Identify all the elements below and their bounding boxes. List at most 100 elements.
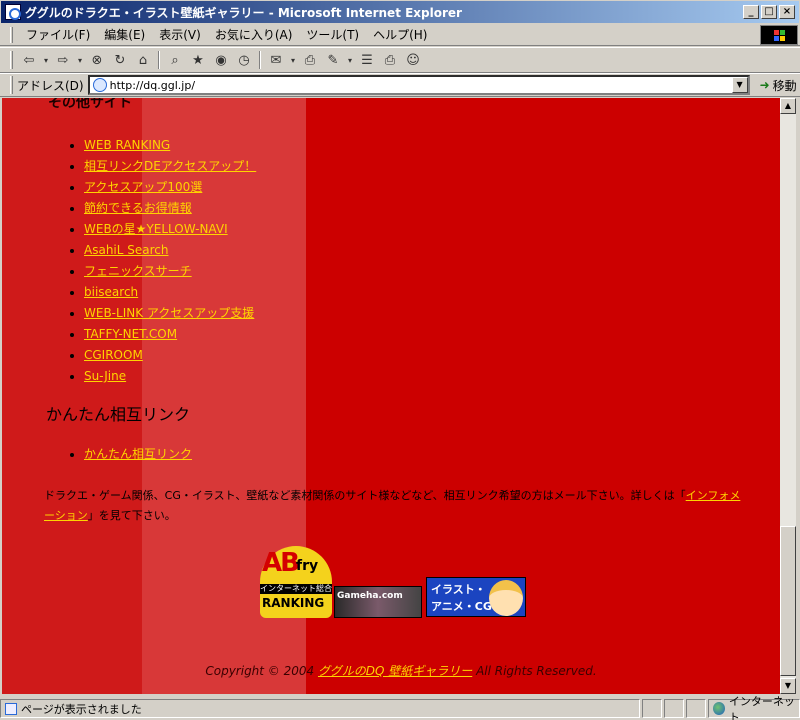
back-icon[interactable]: ⇦ [18, 50, 40, 70]
menu-file[interactable]: ファイル(F) [19, 24, 97, 45]
copyright-footer: Copyright © 2004 ググルのDQ 壁紙ギャラリー All Righ… [2, 662, 780, 679]
forward-dropdown-icon[interactable]: ▾ [75, 50, 85, 70]
discuss-icon[interactable]: ☰ [356, 50, 378, 70]
address-label: アドレス(D) [17, 78, 84, 93]
research-icon[interactable]: ⎙ [379, 50, 401, 70]
menu-tools[interactable]: ツール(T) [299, 24, 366, 45]
ie-app-icon[interactable] [5, 4, 21, 20]
link-list-easy: かんたん相互リンク [70, 445, 192, 462]
menu-view[interactable]: 表示(V) [152, 24, 208, 45]
address-bar: アドレス(D) http://dq.ggl.jp/ ▼ ➜ 移動 [0, 73, 800, 97]
menu-favorites[interactable]: お気に入り(A) [208, 24, 300, 45]
go-button[interactable]: ➜ 移動 [760, 77, 797, 94]
link-cgiroom[interactable]: CGIROOM [84, 348, 143, 362]
section-heading-other-sites: その他サイト [48, 98, 132, 111]
link-asahil-search[interactable]: AsahiL Search [84, 243, 168, 257]
edit-dropdown-icon[interactable]: ▾ [345, 50, 355, 70]
link-sougo-link-access[interactable]: 相互リンクDEアクセスアップ！ [84, 159, 256, 173]
mail-icon[interactable]: ✉ [265, 50, 287, 70]
link-web-link[interactable]: WEB-LINK アクセスアップ支援 [84, 306, 254, 320]
menu-edit[interactable]: 編集(E) [97, 24, 152, 45]
refresh-icon[interactable]: ↻ [109, 50, 131, 70]
link-phoenix-search[interactable]: フェニックスサーチ [84, 264, 192, 278]
forward-icon[interactable]: ⇨ [52, 50, 74, 70]
address-url[interactable]: http://dq.ggl.jp/ [110, 79, 195, 92]
list-item: WEBの星★YELLOW-NAVI [84, 220, 256, 241]
messenger-icon[interactable]: ☺ [402, 50, 424, 70]
menu-bar: ファイル(F) 編集(E) 表示(V) お気に入り(A) ツール(T) ヘルプ(… [0, 24, 800, 46]
internet-globe-icon [713, 702, 725, 715]
menubar-grip[interactable] [10, 26, 13, 43]
close-button[interactable]: × [779, 5, 795, 19]
title-bar: ググルのドラクエ・イラスト壁紙ギャラリー - Microsoft Interne… [0, 0, 800, 24]
list-item: 相互リンクDEアクセスアップ！ [84, 157, 256, 178]
illust-banner-line2: アニメ・CG [431, 600, 492, 613]
window-title: ググルのドラクエ・イラスト壁紙ギャラリー - Microsoft Interne… [25, 5, 462, 20]
window-controls: _ □ × [743, 5, 795, 19]
list-item: 節約できるお得情報 [84, 199, 256, 220]
page-icon [92, 78, 107, 92]
gameha-text: Gameha.com [337, 591, 403, 601]
toolbar-grip[interactable] [10, 51, 13, 69]
copyright-suffix: All Rights Reserved. [472, 664, 597, 678]
banner-row: AB fry インターネット総合 RANKING Gameha.com イラスト… [260, 546, 540, 618]
note-text: ドラクエ・ゲーム関係、CG・イラスト、壁紙など素材関係のサイト様などなど、相互リ… [44, 489, 686, 502]
list-item: biisearch [84, 283, 256, 304]
minimize-button[interactable]: _ [743, 5, 759, 19]
link-taffy-net[interactable]: TAFFY-NET.COM [84, 327, 177, 341]
status-message-panel: ページが表示されました [0, 699, 640, 718]
go-arrow-icon: ➜ [759, 78, 770, 92]
go-label: 移動 [772, 78, 797, 93]
link-access-up-100[interactable]: アクセスアップ100選 [84, 180, 202, 194]
address-input[interactable]: http://dq.ggl.jp/ ▼ [87, 75, 750, 95]
home-icon[interactable]: ⌂ [132, 50, 154, 70]
scroll-thumb[interactable] [780, 526, 796, 676]
print-icon[interactable]: ⎙ [299, 50, 321, 70]
gameha-banner[interactable]: Gameha.com [334, 586, 422, 618]
link-web-ranking[interactable]: WEB RANKING [84, 138, 170, 152]
edit-icon[interactable]: ✎ [322, 50, 344, 70]
status-slot [642, 699, 662, 718]
toolbar-separator [158, 51, 160, 69]
abfry-ranking-text: RANKING [262, 596, 325, 610]
security-zone-panel: インターネット [708, 695, 800, 720]
list-item: TAFFY-NET.COM [84, 325, 256, 346]
addressbar-grip[interactable] [10, 76, 13, 94]
stop-icon[interactable]: ⊗ [86, 50, 108, 70]
list-item: CGIROOM [84, 346, 256, 367]
address-dropdown-icon[interactable]: ▼ [731, 77, 748, 93]
illust-banner-line1: イラスト・ [431, 583, 486, 596]
mail-dropdown-icon[interactable]: ▾ [288, 50, 298, 70]
favorites-icon[interactable]: ★ [187, 50, 209, 70]
status-bar: ページが表示されました インターネット [0, 695, 800, 720]
link-easy-mutual-link[interactable]: かんたん相互リンク [84, 447, 192, 461]
link-yellow-navi[interactable]: WEBの星★YELLOW-NAVI [84, 222, 228, 236]
vertical-scrollbar[interactable]: ▲ ▼ [780, 98, 796, 694]
maximize-button[interactable]: □ [761, 5, 777, 19]
page-viewport: その他サイト WEB RANKING 相互リンクDEアクセスアップ！ アクセスア… [2, 98, 780, 694]
link-su-jine[interactable]: Su-Jine [84, 369, 126, 383]
link-biisearch[interactable]: biisearch [84, 285, 138, 299]
scroll-up-button[interactable]: ▲ [780, 98, 796, 114]
media-icon[interactable]: ◉ [210, 50, 232, 70]
list-item: WEB-LINK アクセスアップ支援 [84, 304, 256, 325]
list-item: Su-Jine [84, 367, 256, 388]
standard-toolbar: ⇦ ▾ ⇨ ▾ ⊗ ↻ ⌂ ⌕ ★ ◉ ◷ ✉ ▾ ⎙ ✎ ▾ ☰ ⎙ ☺ [0, 47, 800, 73]
list-item: AsahiL Search [84, 241, 256, 262]
history-icon[interactable]: ◷ [233, 50, 255, 70]
link-setsuyaku[interactable]: 節約できるお得情報 [84, 201, 192, 215]
copyright-prefix: Copyright © 2004 [205, 664, 318, 678]
back-dropdown-icon[interactable]: ▾ [41, 50, 51, 70]
menu-help[interactable]: ヘルプ(H) [366, 24, 434, 45]
illust-anime-cg-banner[interactable]: イラスト・ アニメ・CG [426, 577, 526, 617]
link-site-home[interactable]: ググルのDQ 壁紙ギャラリー [318, 664, 472, 678]
status-text: ページが表示されました [21, 702, 142, 716]
link-list: WEB RANKING 相互リンクDEアクセスアップ！ アクセスアップ100選 … [70, 136, 256, 388]
abfry-ranking-banner[interactable]: AB fry インターネット総合 RANKING [260, 546, 332, 618]
mutual-link-note: ドラクエ・ゲーム関係、CG・イラスト、壁紙など素材関係のサイト様などなど、相互リ… [44, 486, 744, 526]
abfry-fry-text: fry [296, 558, 319, 574]
list-item: アクセスアップ100選 [84, 178, 256, 199]
page-done-icon [5, 702, 17, 715]
search-icon[interactable]: ⌕ [164, 50, 186, 70]
zone-text: インターネット [728, 694, 795, 720]
